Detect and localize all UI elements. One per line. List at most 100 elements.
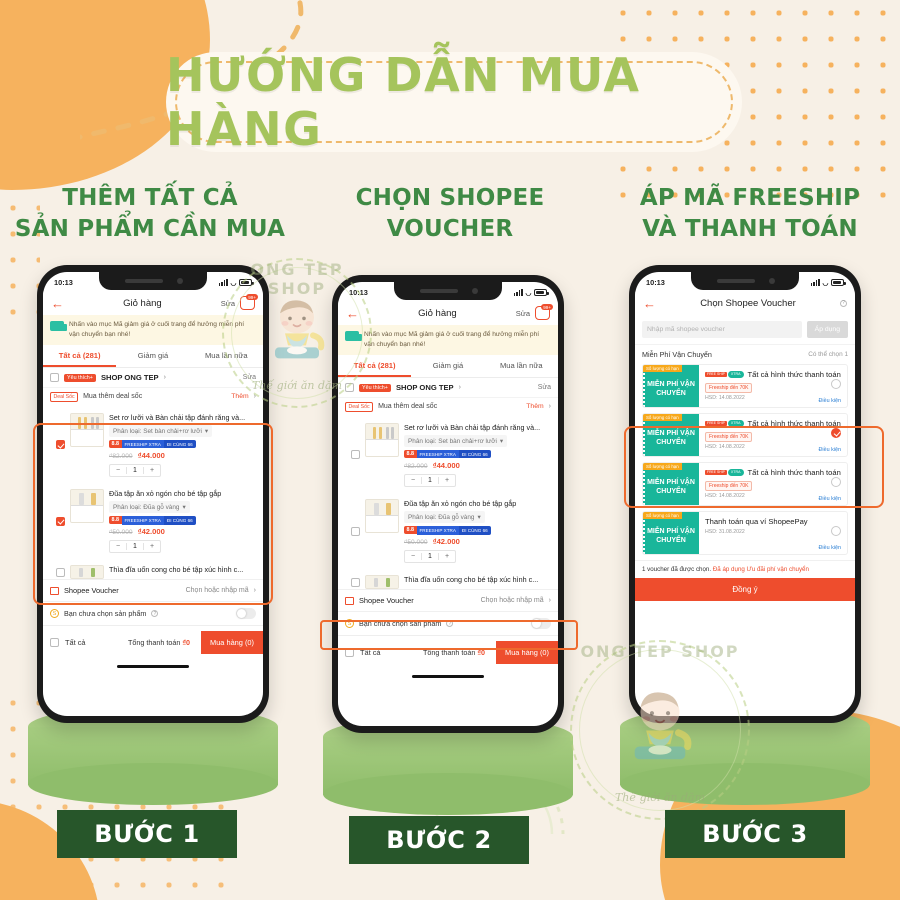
product-1-quantity-stepper[interactable]: − 1 + [109,464,161,478]
deal-row[interactable]: Deal Sốc Mua thêm deal sốc Thêm › [43,387,263,406]
voucher-section-title: Miễn Phí Vận Chuyển [642,350,712,359]
favorite-badge: Yêu thích+ [359,383,391,392]
qty-minus-button[interactable]: − [110,543,126,550]
freeship-logo-square: FREE SHIP [705,371,727,378]
buy-button[interactable]: Mua hàng (0) [201,631,263,655]
product-1-checkbox[interactable] [56,440,65,450]
qty-plus-button[interactable]: + [144,467,160,474]
buy-button[interactable]: Mua hàng (0) [496,641,558,665]
voucher-condition-link[interactable]: Điều kiện [819,447,841,453]
voucher-condition-link[interactable]: Điều kiện [819,398,841,404]
deal-row[interactable]: Deal Sốc Mua thêm deal sốc Thêm › [338,397,558,416]
voucher-left-text: MIỄN PHÍ VẬN CHUYỂN [647,527,695,544]
voucher-label: Shopee Voucher [64,586,119,596]
qty-minus-button[interactable]: − [110,467,126,474]
product-3-checkbox[interactable] [56,567,65,577]
voucher-left-panel: Số lượng có hạn MIỄN PHÍ VẬN CHUYỂN [643,414,699,456]
cart-edit-button[interactable]: Sửa [516,309,530,318]
product-2-checkbox[interactable] [56,516,65,526]
deal-more-link[interactable]: Thêm [231,393,248,400]
product-2-quantity-stepper[interactable]: − 1 + [109,540,161,554]
voucher-title-text: Tất cả hình thức thanh toán [747,468,841,477]
product-2-variant[interactable]: Phân loại: Đũa gỗ vàng ▾ [404,511,485,524]
help-icon[interactable]: ? [446,620,454,628]
shop-checkbox[interactable] [345,383,354,393]
apply-voucher-button[interactable]: Áp dụng [806,321,848,338]
help-icon[interactable]: ? [840,299,847,307]
deal-more-link[interactable]: Thêm [526,403,543,410]
shop-checkbox[interactable] [50,373,59,383]
tab-discount[interactable]: Giảm giá [411,355,484,377]
product-1-variant[interactable]: Phân loại: Set bàn chải+rơ lưỡi ▾ [109,425,213,438]
voucher-body: Thanh toán qua ví ShopeePay HSD: 31.08.2… [699,512,847,554]
qty-plus-button[interactable]: + [439,477,455,484]
shop-row: Yêu thích+ SHOP ONG TEP › Sửa [338,378,558,398]
coin-text: Bạn chưa chọn sản phẩm [64,609,147,619]
voucher-card[interactable]: Số lượng có hạn MIỄN PHÍ VẬN CHUYỂN FREE… [642,462,848,506]
voucher-radio-selected[interactable] [831,428,841,438]
tab-buy-again[interactable]: Mua lần nữa [190,345,263,367]
cart-chat-icon[interactable]: 99+ [535,304,553,320]
select-all-checkbox[interactable] [345,648,354,658]
voucher-condition-link[interactable]: Điều kiện [819,545,841,551]
shop-edit-button[interactable]: Sửa [538,384,551,391]
deal-badge: Deal Sốc [345,402,374,412]
back-arrow-icon[interactable]: ← [346,307,359,320]
voucher-action[interactable]: Chọn hoặc nhập mã [481,597,544,604]
chevron-right-icon: › [163,374,166,382]
coin-icon: S [345,619,354,629]
coin-toggle[interactable] [236,608,256,620]
voucher-action[interactable]: Chọn hoặc nhập mã [186,587,249,594]
product-2-variant[interactable]: Phân loại: Đũa gỗ vàng ▾ [109,501,190,514]
cart-chat-icon[interactable]: 99+ [240,294,258,310]
voucher-left-panel: Số lượng có hạn MIỄN PHÍ VẬN CHUYỂN [643,463,699,505]
qty-minus-button[interactable]: − [405,477,421,484]
cart-product-3: Thìa đĩa uốn cong cho bé tập xúc hình c.… [43,558,263,580]
favorite-badge: Yêu thích+ [64,373,96,382]
shopee-voucher-row[interactable]: Shopee Voucher Chọn hoặc nhập mã › [43,579,263,602]
phone-notch [691,272,799,290]
shopee-voucher-row[interactable]: Shopee Voucher Chọn hoặc nhập mã › [338,589,558,612]
coin-toggle[interactable] [531,618,551,630]
qty-plus-button[interactable]: + [144,543,160,550]
shop-name[interactable]: SHOP ONG TEP [101,373,159,382]
xtra-logo-pill: XTRA [727,371,744,378]
back-arrow-icon[interactable]: ← [51,297,64,310]
voucher-card[interactable]: Số lượng có hạn MIỄN PHÍ VẬN CHUYỂN Than… [642,511,848,555]
select-all-checkbox[interactable] [50,638,59,648]
shop-edit-button[interactable]: Sửa [243,374,256,381]
voucher-footer-highlight: Đã áp dụng Ưu đãi phí vận chuyển [712,566,809,573]
voucher-condition-link[interactable]: Điều kiện [819,496,841,502]
voucher-radio[interactable] [831,477,841,487]
tab-discount[interactable]: Giảm giá [116,345,189,367]
product-1-quantity-stepper[interactable]: − 1 + [404,474,456,488]
product-3-name: Thìa đĩa uốn cong cho bé tập xúc hình c.… [109,565,244,575]
voucher-radio[interactable] [831,526,841,536]
battery-icon [239,279,254,286]
shop-name[interactable]: SHOP ONG TEP [396,383,454,392]
product-1-checkbox[interactable] [351,450,360,460]
cart-edit-button[interactable]: Sửa [221,299,235,308]
tab-all[interactable]: Tất cả (281) [43,345,117,368]
tab-buy-again[interactable]: Mua lần nữa [485,355,558,377]
product-2-quantity-stepper[interactable]: − 1 + [404,550,456,564]
qty-minus-button[interactable]: − [405,553,421,560]
product-2-checkbox[interactable] [351,526,360,536]
help-icon[interactable]: ? [151,610,159,618]
product-1-price: ₫44.000 [137,451,165,461]
product-1-variant[interactable]: Phân loại: Set bàn chải+rơ lưỡi ▾ [404,435,508,448]
chevron-right-icon: › [253,393,256,401]
voucher-card[interactable]: Số lượng có hạn MIỄN PHÍ VẬN CHUYỂN FREE… [642,413,848,457]
back-arrow-icon[interactable]: ← [643,297,656,310]
freeship-xtra-logo: FREE SHIP XTRA [705,420,744,427]
voucher-code-input[interactable] [642,321,802,338]
deal-badge: Deal Sốc [50,392,79,402]
product-1-old-price: ₫82.000 [109,453,133,461]
voucher-card[interactable]: Số lượng có hạn MIỄN PHÍ VẬN CHUYỂN FREE… [642,364,848,408]
qty-plus-button[interactable]: + [439,553,455,560]
product-3-checkbox[interactable] [351,577,360,587]
tab-all[interactable]: Tất cả (281) [338,355,412,378]
xtra-logo-pill: XTRA [727,420,744,427]
voucher-radio[interactable] [831,379,841,389]
voucher-confirm-button[interactable]: Đồng ý [635,578,855,601]
